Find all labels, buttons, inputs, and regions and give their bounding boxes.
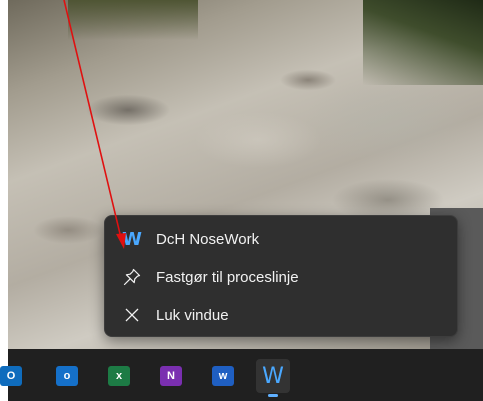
wordpad-icon: W — [262, 363, 284, 389]
taskbar-context-menu: W DcH NoseWork Fastgør til proceslinje L… — [104, 215, 458, 337]
menu-item-close-window[interactable]: Luk vindue — [105, 296, 457, 334]
excel-icon: x — [108, 366, 130, 386]
menu-item-label: Luk vindue — [156, 306, 229, 324]
taskbar-app-excel[interactable]: x — [102, 359, 136, 393]
outlook-new-icon: O — [0, 366, 22, 386]
taskbar-app-word[interactable]: w — [206, 359, 240, 393]
wallpaper-grass — [363, 0, 483, 85]
menu-item-label: Fastgør til proceslinje — [156, 268, 299, 286]
taskbar-app-wordpad[interactable]: W — [256, 359, 290, 397]
taskbar-app-outlook[interactable]: o — [50, 359, 84, 393]
outlook-icon: o — [56, 366, 78, 386]
close-icon — [122, 305, 142, 325]
screen: W DcH NoseWork Fastgør til proceslinje L… — [0, 0, 483, 401]
taskbar-app-outlook-new[interactable]: O — [0, 359, 28, 393]
wordpad-w-icon: W — [122, 228, 142, 250]
active-app-indicator — [268, 394, 278, 397]
taskbar: O o x N w W — [0, 349, 483, 401]
taskbar-app-onenote[interactable]: N — [154, 359, 188, 393]
pin-icon — [122, 267, 142, 287]
menu-item-app-title[interactable]: W DcH NoseWork — [105, 220, 457, 258]
word-icon: w — [212, 366, 234, 386]
menu-item-pin-to-taskbar[interactable]: Fastgør til proceslinje — [105, 258, 457, 296]
menu-item-label: DcH NoseWork — [156, 230, 260, 248]
wallpaper-grass-top — [68, 0, 198, 40]
onenote-icon: N — [160, 366, 182, 386]
